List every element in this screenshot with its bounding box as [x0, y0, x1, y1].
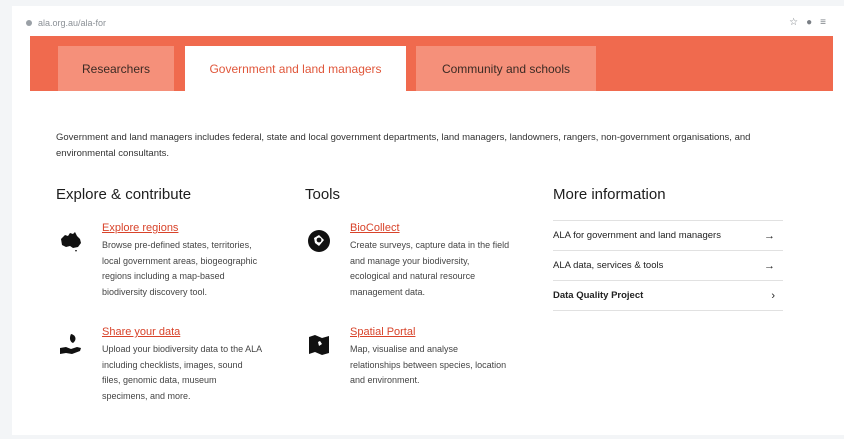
intro-text: Government and land managers includes fe…	[56, 132, 751, 159]
biocollect-desc: Create surveys, capture data in the fiel…	[350, 240, 510, 297]
spatial-map-icon	[306, 332, 332, 358]
australia-map-icon	[58, 228, 84, 254]
more-link-data-quality[interactable]: Data Quality Project ›	[553, 280, 783, 311]
share-data-link[interactable]: Share your data	[102, 326, 180, 338]
browser-controls: ☆ ● ≡	[789, 17, 826, 28]
tools-heading: Tools	[305, 186, 341, 203]
tab-community-schools[interactable]: Community and schools	[416, 46, 596, 91]
more-link-label: Data Quality Project	[553, 290, 644, 301]
arrow-right-icon: →	[764, 229, 775, 242]
spatial-portal-desc: Map, visualise and analyse relationships…	[350, 344, 507, 385]
spatial-portal-link[interactable]: Spatial Portal	[350, 326, 415, 338]
more-link-ala-government[interactable]: ALA for government and land managers →	[553, 220, 783, 250]
explore-regions-link[interactable]: Explore regions	[102, 222, 178, 234]
page: ala.org.au/ala-for ☆ ● ≡ Researchers Gov…	[12, 6, 844, 435]
more-link-label: ALA data, services & tools	[553, 260, 664, 271]
explore-regions-desc: Browse pre-defined states, territories, …	[102, 240, 258, 297]
chevron-right-icon: ›	[771, 289, 775, 302]
browser-top-bar: ala.org.au/ala-for ☆ ● ≡	[12, 6, 844, 34]
tab-government-land-managers[interactable]: Government and land managers	[185, 46, 406, 91]
share-data-desc: Upload your biodiversity data to the ALA…	[102, 344, 262, 401]
audience-tab-bar: Researchers Government and land managers…	[30, 36, 833, 91]
more-info-heading: More information	[553, 186, 666, 203]
menu-icon[interactable]: ≡	[820, 17, 826, 28]
address-area[interactable]: ala.org.au/ala-for	[26, 18, 106, 28]
hand-leaf-icon	[58, 332, 84, 358]
arrow-right-icon: →	[764, 259, 775, 272]
tab-researchers[interactable]: Researchers	[58, 46, 174, 91]
biocollect-icon	[306, 228, 332, 254]
biocollect-link[interactable]: BioCollect	[350, 222, 400, 234]
profile-icon[interactable]: ●	[806, 17, 812, 28]
more-link-ala-data-services[interactable]: ALA data, services & tools →	[553, 250, 783, 280]
more-link-label: ALA for government and land managers	[553, 230, 721, 241]
more-info-list: ALA for government and land managers → A…	[553, 220, 783, 311]
site-favicon-icon	[26, 20, 32, 26]
star-icon[interactable]: ☆	[789, 17, 798, 28]
address-url[interactable]: ala.org.au/ala-for	[38, 18, 106, 28]
explore-heading: Explore & contribute	[56, 186, 192, 203]
